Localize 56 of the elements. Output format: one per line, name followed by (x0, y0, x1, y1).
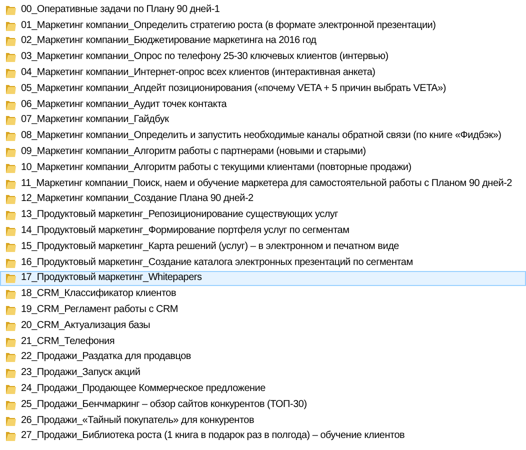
folder-icon (5, 414, 17, 427)
folder-item[interactable]: 11_Маркетинг компании_Поиск, наем и обучение маркетера для самостоятельной работы с Планом 90 дней-2 (0, 176, 526, 192)
folder-icon (5, 130, 17, 142)
folder-item[interactable]: 21_CRM_Телефония (0, 334, 526, 350)
folder-icon (5, 240, 17, 253)
folder-item[interactable]: 09_Маркетинг компании_Алгоритм работы с партнерами (новыми и старыми) (0, 144, 526, 160)
folder-icon (5, 193, 17, 206)
folder-icon (5, 178, 17, 190)
folder-item[interactable]: 22_Продажи_Раздатка для продавцов (0, 350, 526, 366)
folder-item[interactable]: 08_Маркетинг компании_Определить и запустить необходимые каналы обратной связи (по книге «Фидбэк») (0, 128, 526, 144)
folder-item[interactable]: 12_Маркетинг компании_Создание Плана 90 дней-2 (0, 192, 526, 208)
folder-item[interactable]: 26_Продажи_«Тайный покупатель» для конкурентов (0, 412, 526, 429)
folder-icon (5, 67, 17, 80)
folder-item[interactable]: 13_Продуктовый маркетинг_Репозиционирование существующих услуг (0, 207, 526, 224)
folder-item[interactable]: 05_Маркетинг компании_Апдейт позиционирования («почему VETA + 5 причин выбрать VETA») (0, 80, 526, 97)
folder-icon (5, 430, 17, 442)
folder-icon (5, 51, 17, 64)
folder-icon (5, 398, 17, 411)
folder-icon (5, 288, 17, 300)
folder-icon (5, 114, 17, 126)
folder-icon (5, 336, 17, 348)
folder-item[interactable]: 19_CRM_Регламент работы с CRM (0, 302, 526, 318)
folder-item[interactable]: 10_Маркетинг компании_Алгоритм работы с текущими клиентами (повторные продажи) (0, 160, 526, 176)
folder-item[interactable]: 15_Продуктовый маркетинг_Карта решений (услуг) – в электронном и печатном виде (0, 238, 526, 255)
folder-item[interactable]: 27_Продажи_Библиотека роста (1 книга в подарок раз в полгода) – обучение клиентов (0, 428, 526, 444)
folder-icon (5, 304, 17, 316)
folder-item[interactable]: 25_Продажи_Бенчмаркинг – обзор сайтов конкурентов (ТОП-30) (0, 396, 526, 413)
folder-icon (5, 367, 17, 380)
folder-icon (5, 209, 17, 222)
folder-icon (5, 82, 17, 95)
folder-item[interactable]: 01_Маркетинг компании_Определить стратегию роста (в формате электронной презентации) (0, 18, 526, 34)
folder-item[interactable]: 00_Оперативные задачи по Плану 90 дней-1 (0, 2, 526, 18)
folder-icon (5, 351, 17, 364)
folder-item[interactable]: 16_Продуктовый маркетинг_Создание каталога электронных презентаций по сегментам (0, 254, 526, 271)
folder-item[interactable]: 17_Продуктовый маркетинг_Whitepapers (0, 270, 526, 286)
folder-item[interactable]: 06_Маркетинг компании_Аудит точек контакта (0, 96, 526, 113)
folder-item[interactable]: 04_Маркетинг компании_Интернет-опрос всех клиентов (интерактивная анкета) (0, 65, 526, 81)
folder-item[interactable]: 14_Продуктовый маркетинг_Формирование портфеля услуг по сегментам (0, 223, 526, 239)
folder-item[interactable]: 07_Маркетинг компании_Гайдбук (0, 112, 526, 128)
folder-icon (5, 146, 17, 158)
folder-icon (5, 98, 17, 111)
folder-icon (5, 4, 17, 16)
folder-icon (5, 20, 17, 32)
folder-item[interactable]: 23_Продажи_Запуск акций (0, 365, 526, 382)
folder-icon (5, 256, 17, 269)
folder-icon (5, 225, 17, 238)
folder-item[interactable]: 20_CRM_Актуализация базы (0, 318, 526, 334)
folder-item[interactable]: 18_CRM_Классификатор клиентов (0, 286, 526, 302)
folder-item[interactable]: 02_Маркетинг компании_Бюджетирование маркетинга на 2016 год (0, 34, 526, 50)
folder-icon (5, 272, 17, 284)
folder-icon (5, 35, 17, 48)
folder-item[interactable]: 24_Продажи_Продающее Коммерческое предложение (0, 381, 526, 397)
folder-icon (5, 320, 17, 332)
folder-icon (5, 383, 17, 396)
folder-icon (5, 162, 17, 174)
folder-item[interactable]: 03_Маркетинг компании_Опрос по телефону 25-30 ключевых клиентов (интервью) (0, 49, 526, 66)
